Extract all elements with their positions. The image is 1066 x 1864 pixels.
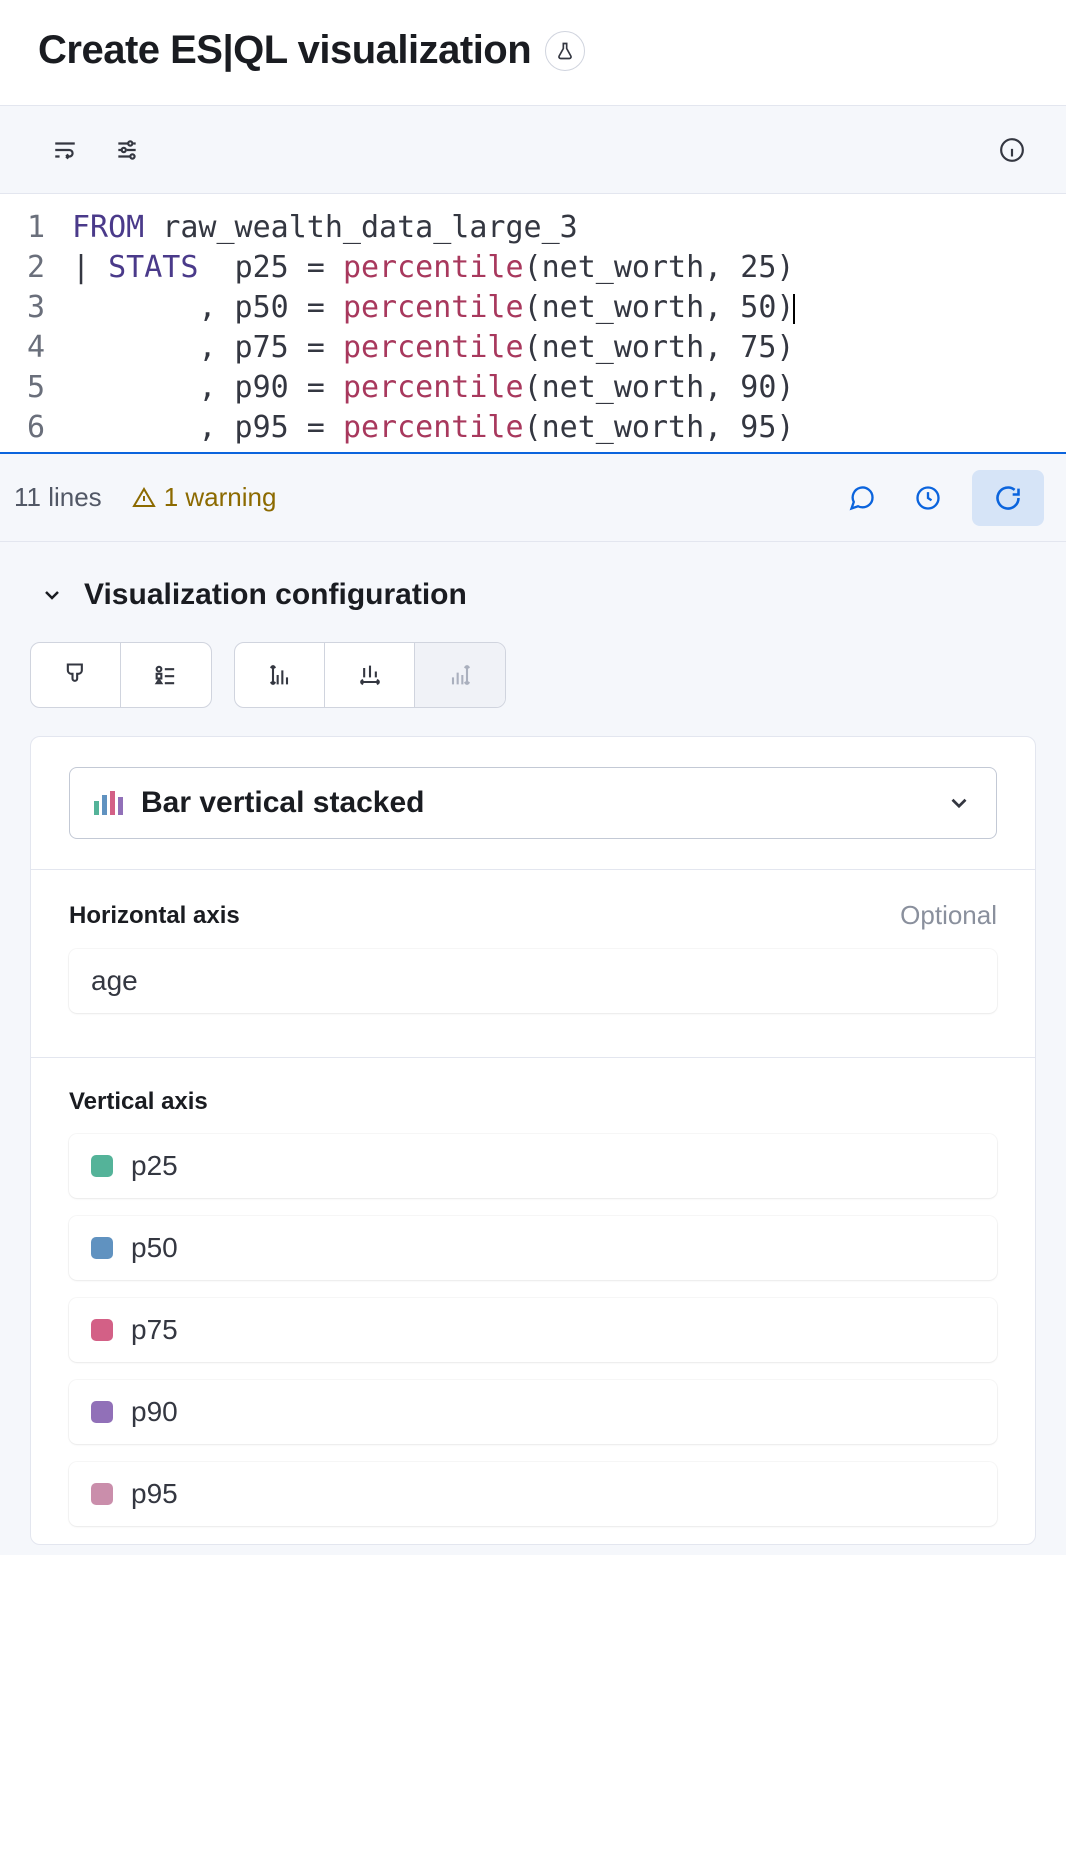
- series-label: p50: [131, 1232, 178, 1264]
- left-axis-button[interactable]: [235, 643, 325, 707]
- horizontal-axis-section: Horizontal axis Optional age: [31, 870, 1035, 1058]
- config-toolbar: [30, 642, 1036, 708]
- chart-type-section: Bar vertical stacked: [31, 737, 1035, 870]
- vertical-axis-field[interactable]: p50: [69, 1216, 997, 1280]
- config-panel: Bar vertical stacked Horizontal axis Opt…: [30, 736, 1036, 1545]
- chevron-down-icon: [946, 790, 972, 816]
- code-content[interactable]: FROM raw_wealth_data_large_3| STATS p25 …: [72, 194, 795, 452]
- series-color-swatch: [91, 1237, 113, 1259]
- line-number: 3: [0, 288, 72, 328]
- series-label: p90: [131, 1396, 178, 1428]
- vertical-axis-field[interactable]: p25: [69, 1134, 997, 1198]
- series-label: p75: [131, 1314, 178, 1346]
- optional-label: Optional: [900, 900, 997, 931]
- page-title: Create ES|QL visualization: [38, 28, 531, 73]
- series-color-swatch: [91, 1155, 113, 1177]
- feedback-button[interactable]: [840, 476, 884, 520]
- series-color-swatch: [91, 1319, 113, 1341]
- series-label: p25: [131, 1150, 178, 1182]
- warning-indicator[interactable]: 1 warning: [132, 482, 277, 513]
- code-editor[interactable]: 123456 FROM raw_wealth_data_large_3| STA…: [0, 194, 1066, 454]
- series-label: p95: [131, 1478, 178, 1510]
- wrap-lines-icon[interactable]: [52, 137, 78, 163]
- vertical-axis-field[interactable]: p90: [69, 1380, 997, 1444]
- vertical-axis-field[interactable]: p75: [69, 1298, 997, 1362]
- line-number-gutter: 123456: [0, 194, 72, 452]
- series-color-swatch: [91, 1483, 113, 1505]
- info-icon[interactable]: [998, 136, 1026, 164]
- horizontal-axis-field[interactable]: age: [69, 949, 997, 1013]
- horizontal-axis-label: Horizontal axis: [69, 902, 240, 930]
- right-axis-button: [415, 643, 505, 707]
- editor-status-bar: 11 lines 1 warning: [0, 454, 1066, 542]
- series-color-swatch: [91, 1401, 113, 1423]
- vertical-axis-section: Vertical axis p25 p50 p75 p90 p95: [31, 1058, 1035, 1544]
- line-count-label: 11 lines: [14, 482, 102, 513]
- history-button[interactable]: [906, 476, 950, 520]
- appearance-group: [30, 642, 212, 708]
- axis-group: [234, 642, 506, 708]
- bottom-axis-button[interactable]: [325, 643, 415, 707]
- bar-stacked-icon: [94, 791, 123, 815]
- style-brush-button[interactable]: [31, 643, 121, 707]
- flyout-header: Create ES|QL visualization: [0, 0, 1066, 106]
- line-number: 6: [0, 408, 72, 448]
- line-number: 1: [0, 208, 72, 248]
- line-number: 4: [0, 328, 72, 368]
- vertical-axis-label: Vertical axis: [69, 1088, 208, 1116]
- visualization-config-section: Visualization configuration: [0, 542, 1066, 1555]
- beta-beaker-icon: [545, 31, 585, 71]
- settings-sliders-icon[interactable]: [114, 137, 140, 163]
- config-section-header[interactable]: Visualization configuration: [30, 578, 1036, 612]
- line-number: 2: [0, 248, 72, 288]
- vertical-axis-field[interactable]: p95: [69, 1462, 997, 1526]
- legend-list-button[interactable]: [121, 643, 211, 707]
- run-query-button[interactable]: [972, 470, 1044, 526]
- chevron-down-icon: [40, 583, 64, 607]
- editor-toolbar: [0, 106, 1066, 194]
- chart-type-select[interactable]: Bar vertical stacked: [69, 767, 997, 839]
- line-number: 5: [0, 368, 72, 408]
